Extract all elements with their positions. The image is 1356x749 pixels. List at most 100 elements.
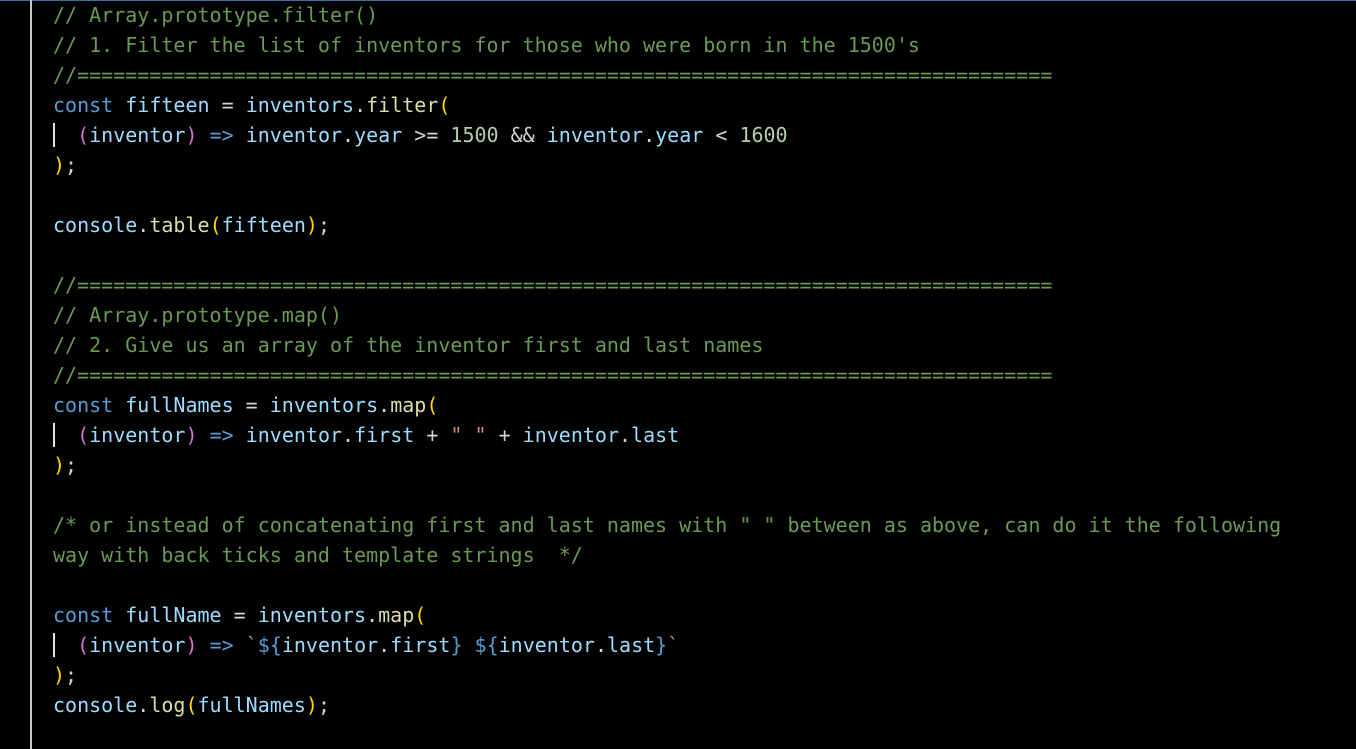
- code-token: (: [77, 123, 90, 147]
- code-token: >=: [402, 123, 451, 147]
- code-token: year: [354, 123, 403, 147]
- code-token: ): [185, 633, 198, 657]
- code-line[interactable]: const fullName = inventors.map(: [53, 600, 426, 630]
- code-token: // Array.prototype.filter(): [53, 3, 379, 27]
- code-token: //======================================…: [53, 63, 1053, 87]
- code-line[interactable]: // 1. Filter the list of inventors for t…: [53, 30, 920, 60]
- code-token: inventors: [269, 393, 379, 417]
- code-line[interactable]: );: [53, 150, 77, 180]
- code-token: inventor: [245, 423, 343, 447]
- code-token: .: [378, 393, 391, 417]
- code-token: //======================================…: [53, 363, 1053, 387]
- code-token: 1600: [739, 123, 788, 147]
- code-token: ): [305, 693, 318, 717]
- code-token: ;: [317, 693, 330, 717]
- code-token: const: [53, 603, 114, 627]
- code-token: .: [342, 123, 355, 147]
- code-token: ;: [65, 663, 78, 687]
- code-token: //======================================…: [53, 273, 1053, 297]
- code-line[interactable]: // 2. Give us an array of the inventor f…: [53, 330, 763, 360]
- code-token: }: [450, 633, 463, 657]
- code-token: =>: [209, 633, 234, 657]
- code-token: .: [643, 123, 656, 147]
- code-token: +: [486, 423, 523, 447]
- code-token: ${: [474, 633, 499, 657]
- code-token: ): [185, 123, 198, 147]
- code-token: (: [185, 693, 198, 717]
- code-token: (: [414, 603, 427, 627]
- code-token: inventor: [245, 123, 343, 147]
- code-token: year: [655, 123, 704, 147]
- code-token: inventor: [498, 633, 595, 657]
- code-line[interactable]: const fullNames = inventors.map(: [53, 390, 438, 420]
- code-token: ): [305, 213, 318, 237]
- code-line[interactable]: console.table(fifteen);: [53, 210, 330, 240]
- code-token: .: [137, 213, 150, 237]
- code-line[interactable]: //======================================…: [53, 60, 1052, 90]
- code-token: inventors: [257, 603, 367, 627]
- code-token: inventor: [546, 123, 644, 147]
- code-line[interactable]: );: [53, 450, 77, 480]
- code-line[interactable]: //======================================…: [53, 360, 1052, 390]
- code-line[interactable]: const fifteen = inventors.filter(: [53, 90, 450, 120]
- code-token: ${: [257, 633, 282, 657]
- code-token: map: [378, 603, 415, 627]
- code-token: first: [354, 423, 415, 447]
- code-line[interactable]: (inventor) => inventor.year >= 1500 && i…: [53, 120, 788, 150]
- code-token: inventor: [281, 633, 379, 657]
- code-line[interactable]: // Array.prototype.map(): [53, 300, 342, 330]
- code-token: first: [390, 633, 451, 657]
- code-token: ;: [65, 153, 78, 177]
- code-token: .: [366, 603, 379, 627]
- indent-guide: [53, 423, 55, 447]
- code-token: // 2. Give us an array of the inventor f…: [53, 333, 764, 357]
- code-token: /* or instead of concatenating first and…: [53, 513, 1282, 537]
- code-token: =: [221, 603, 258, 627]
- gutter-divider: [30, 0, 32, 749]
- code-line[interactable]: (inventor) => `${inventor.first} ${inven…: [53, 630, 679, 660]
- code-token: <: [703, 123, 740, 147]
- code-token: // 1. Filter the list of inventors for t…: [53, 33, 920, 57]
- code-token: `: [667, 633, 680, 657]
- code-line[interactable]: /* or instead of concatenating first and…: [53, 510, 1281, 540]
- code-editor[interactable]: // Array.prototype.filter() // 1. Filter …: [53, 0, 1343, 749]
- code-token: fullName: [125, 603, 222, 627]
- code-token: fullNames: [125, 393, 234, 417]
- code-line[interactable]: //======================================…: [53, 270, 1052, 300]
- code-token: .: [619, 423, 632, 447]
- code-token: .: [378, 633, 391, 657]
- code-token: table: [149, 213, 210, 237]
- code-line[interactable]: way with back ticks and template strings…: [53, 540, 583, 570]
- code-token: inventor: [89, 123, 186, 147]
- code-token: .: [354, 93, 367, 117]
- code-token: (: [426, 393, 439, 417]
- code-line[interactable]: // Array.prototype.filter(): [53, 0, 378, 30]
- code-token: .: [342, 423, 355, 447]
- code-token: =: [209, 93, 246, 117]
- code-token: const: [53, 393, 114, 417]
- code-token: const: [53, 93, 114, 117]
- code-line[interactable]: console.log(fullNames);: [53, 690, 330, 720]
- code-line[interactable]: );: [53, 660, 77, 690]
- code-token: =>: [209, 123, 234, 147]
- code-token: ): [53, 153, 66, 177]
- code-token: filter: [366, 93, 439, 117]
- code-token: =: [233, 393, 270, 417]
- code-token: &&: [498, 123, 547, 147]
- code-token: 1500: [450, 123, 499, 147]
- code-line[interactable]: (inventor) => inventor.first + " " + inv…: [53, 420, 679, 450]
- code-token: // Array.prototype.map(): [53, 303, 342, 327]
- code-token: ): [53, 453, 66, 477]
- code-token: log: [149, 693, 186, 717]
- code-token: =>: [209, 423, 234, 447]
